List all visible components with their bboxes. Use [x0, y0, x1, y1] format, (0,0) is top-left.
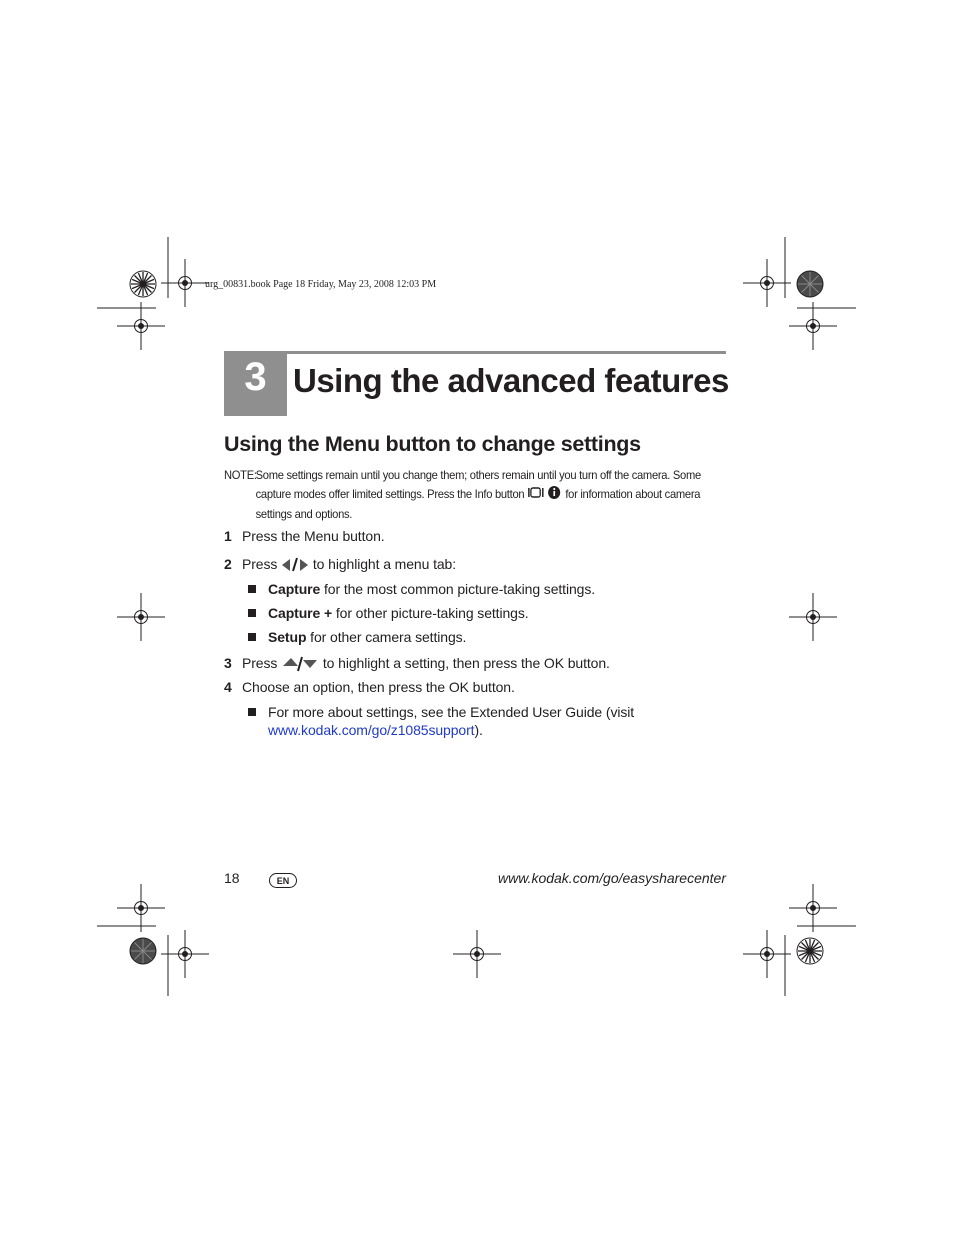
step-text-pre: Press	[242, 655, 278, 672]
bullet-text: for other picture-taking settings.	[332, 605, 529, 621]
bullet-text-after: ).	[474, 722, 483, 738]
support-link[interactable]: www.kodak.com/go/z1085support	[268, 722, 475, 738]
step-number: 4	[224, 679, 232, 695]
left-right-arrows-icon	[281, 555, 309, 576]
note-text: Some settings remain until you change th…	[256, 466, 712, 524]
bullet-more-info-link-line: www.kodak.com/go/z1085support).	[268, 722, 483, 738]
step-number: 3	[224, 655, 232, 672]
up-down-arrows-icon	[281, 654, 319, 675]
step-number: 2	[224, 556, 232, 573]
step-text-pre: Press	[242, 556, 278, 573]
bullet-bold: Capture +	[268, 605, 333, 621]
step-2: 2 Press to highlight a menu tab:	[224, 555, 456, 576]
bullet-capture-plus: Capture + for other picture-taking setti…	[248, 605, 529, 621]
bullet-more-info: For more about settings, see the Extende…	[248, 704, 634, 720]
bullet-square	[248, 585, 256, 593]
chapter-number-box: 3	[224, 351, 287, 416]
bullet-bold: Setup	[268, 629, 307, 645]
step-4: 4 Choose an option, then press the OK but…	[224, 679, 515, 695]
step-number: 1	[224, 528, 232, 544]
step-text-post: to highlight a setting, then press the O…	[322, 655, 610, 672]
bullet-text: For more about settings, see the Extende…	[268, 704, 635, 720]
step-text: Choose an option, then press the OK butt…	[242, 679, 515, 695]
info-button-icon	[527, 485, 562, 505]
step-1: 1 Press the Menu button.	[224, 528, 385, 544]
bullet-square	[248, 708, 256, 716]
note-block: NOTE: Some settings remain until you cha…	[224, 466, 708, 526]
footer-url[interactable]: www.kodak.com/go/easysharecenter	[498, 870, 726, 886]
bullet-setup: Setup for other camera settings.	[248, 629, 466, 645]
bullet-bold: Capture	[268, 581, 321, 597]
chapter-title: Using the advanced features	[293, 362, 729, 399]
note-label: NOTE:	[224, 468, 257, 482]
language-badge: EN	[269, 873, 297, 888]
bullet-square	[248, 633, 256, 641]
chapter-rule	[287, 351, 726, 354]
bullet-capture: Capture for the most common picture-taki…	[248, 581, 595, 597]
step-text: Press the Menu button.	[242, 528, 385, 544]
bullet-text: for the most common picture-taking setti…	[320, 581, 596, 597]
section-title: Using the Menu button to change settings	[224, 432, 641, 456]
bullet-square	[248, 609, 256, 617]
page-number: 18	[224, 870, 240, 886]
chapter-number: 3	[244, 355, 267, 399]
book-header-line: urg_00831.book Page 18 Friday, May 23, 2…	[205, 279, 437, 290]
step-3: 3 Press to highlight a setting, then pres…	[224, 654, 610, 675]
step-text-post: to highlight a menu tab:	[312, 556, 457, 573]
bullet-text: for other camera settings.	[306, 629, 467, 645]
